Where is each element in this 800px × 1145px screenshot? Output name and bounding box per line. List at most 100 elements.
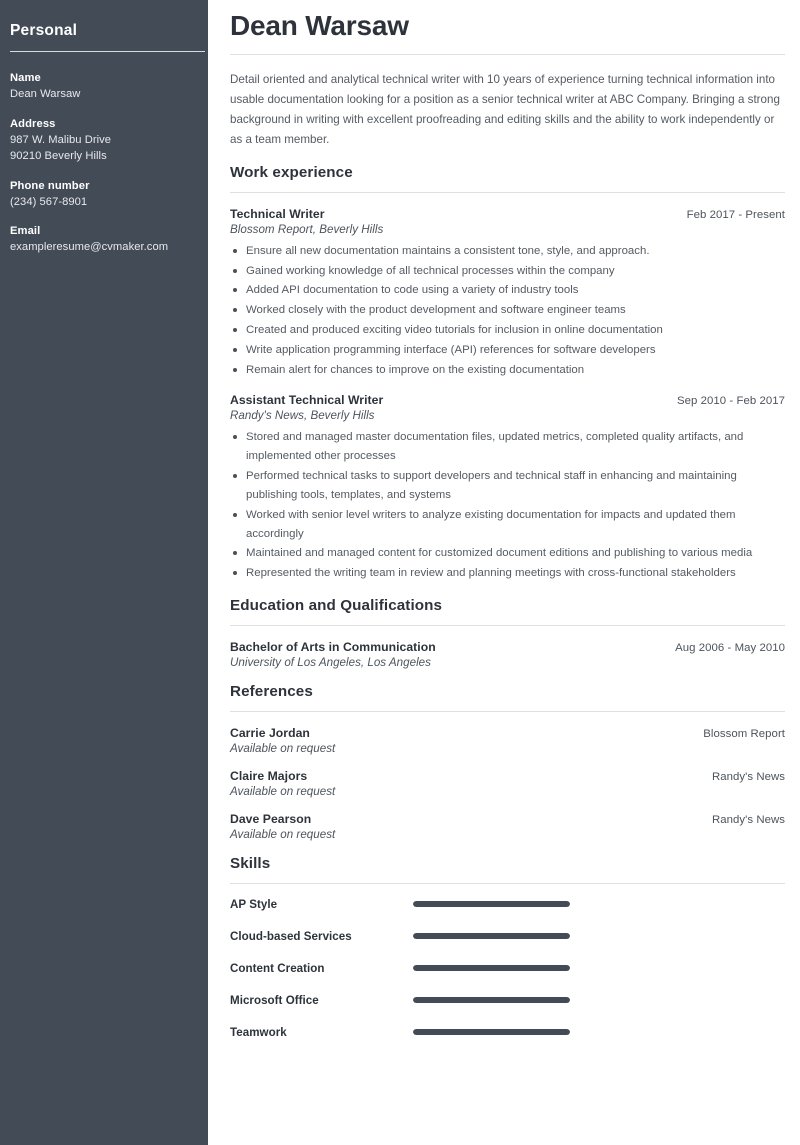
education-entry-list: Bachelor of Arts in Communication Aug 200… xyxy=(230,640,785,669)
bullet-item: Maintained and managed content for custo… xyxy=(230,544,785,563)
section-heading-skills: Skills xyxy=(230,854,271,872)
skill-level-fill xyxy=(413,901,570,908)
entry-subtitle: Randy's News, Beverly Hills xyxy=(230,409,375,423)
reference-entry-list: Carrie Jordan Blossom Report Available on … xyxy=(230,726,785,841)
bullet-item: Gained working knowledge of all technica… xyxy=(230,262,785,281)
section-divider-work xyxy=(230,191,785,193)
page-title: Dean Warsaw xyxy=(230,10,409,41)
sidebar-divider xyxy=(10,51,205,52)
name-divider xyxy=(230,54,785,56)
skill-name: Teamwork xyxy=(230,1025,287,1039)
bullet-item: Performed technical tasks to support dev… xyxy=(230,467,785,505)
skill-level-fill xyxy=(413,965,570,972)
bullet-item: Remain alert for chances to improve on t… xyxy=(230,361,785,380)
section-divider-references xyxy=(230,710,785,712)
entry-date: Aug 2006 - May 2010 xyxy=(675,641,785,654)
sidebar-field-value: Dean Warsaw xyxy=(10,88,81,100)
section-divider-education xyxy=(230,624,785,626)
bullet-item: Worked with senior level writers to anal… xyxy=(230,506,785,544)
sidebar-field-value: 987 W. Malibu Drive 90210 Beverly Hills xyxy=(10,133,112,163)
entry-subtitle: Available on request xyxy=(230,827,336,841)
skill-list: AP Style Cloud-based Services Content Crea… xyxy=(230,898,785,1039)
entry-date: Blossom Report xyxy=(703,727,785,740)
entry-title: Dave Pearson xyxy=(230,811,312,826)
sidebar-field-name: Name Dean Warsaw xyxy=(10,72,196,103)
entry-date: Randy's News xyxy=(711,813,785,826)
entry-title: Carrie Jordan xyxy=(230,725,310,740)
section-skills: Skills AP Style Cloud-based Services Conte… xyxy=(230,855,785,1039)
section-work-experience: Work experience Technical Writer Feb 2017… xyxy=(230,164,785,583)
section-heading-work: Work experience xyxy=(230,163,353,181)
resume-main-column: Dean Warsaw Detail oriented and analytic… xyxy=(208,0,800,1145)
entry-header: Dave Pearson Randy's News xyxy=(230,812,785,826)
section-divider-skills xyxy=(230,882,785,884)
skill-row: AP Style xyxy=(230,898,785,911)
entry-header: Bachelor of Arts in Communication Aug 200… xyxy=(230,640,785,654)
skill-level-fill xyxy=(413,933,570,940)
skill-row: Microsoft Office xyxy=(230,994,785,1007)
section-references: References Carrie Jordan Blossom Report Av… xyxy=(230,683,785,841)
entry-title: Claire Majors xyxy=(230,768,308,783)
professional-summary: Detail oriented and analytical technical… xyxy=(230,73,780,146)
skill-name: Content Creation xyxy=(230,961,325,975)
entry-date: Feb 2017 - Present xyxy=(686,208,785,221)
section-education: Education and Qualifications Bachelor of… xyxy=(230,597,785,669)
skill-name: Microsoft Office xyxy=(230,993,319,1007)
skill-level-bar xyxy=(413,965,570,972)
sidebar-field-email: Email exampleresume@cvmaker.com xyxy=(10,225,196,256)
section-heading-references: References xyxy=(230,682,313,700)
sidebar-field-value: (234) 567-8901 xyxy=(10,195,88,208)
entry-item: Technical Writer Feb 2017 - Present Blosso… xyxy=(230,207,785,380)
entry-header: Carrie Jordan Blossom Report xyxy=(230,726,785,740)
skill-name: AP Style xyxy=(230,897,278,911)
sidebar-field-value: exampleresume@cvmaker.com xyxy=(10,241,169,254)
entry-item: Assistant Technical Writer Sep 2010 - Feb… xyxy=(230,393,785,583)
bullet-item: Represented the writing team in review a… xyxy=(230,564,785,583)
entry-header: Claire Majors Randy's News xyxy=(230,769,785,783)
bullet-item: Stored and managed master documentation … xyxy=(230,428,785,466)
skill-level-fill xyxy=(413,1029,570,1036)
bullet-item: Worked closely with the product developm… xyxy=(230,301,785,320)
sidebar-field-address: Address 987 W. Malibu Drive 90210 Beverly … xyxy=(10,118,196,165)
sidebar-personal-panel: Personal Name Dean Warsaw Address 987 W. Ma… xyxy=(0,0,208,1145)
sidebar-field-label: Name xyxy=(10,72,41,84)
skill-row: Content Creation xyxy=(230,962,785,975)
sidebar-field-phone-number: Phone number (234) 567-8901 xyxy=(10,180,196,211)
sidebar-field-label: Address xyxy=(10,117,56,130)
skill-name: Cloud-based Services xyxy=(230,929,352,943)
skill-level-fill xyxy=(413,997,570,1004)
entry-header: Assistant Technical Writer Sep 2010 - Feb… xyxy=(230,393,785,407)
section-heading-education: Education and Qualifications xyxy=(230,596,443,614)
entry-item: Dave Pearson Randy's News Available on req… xyxy=(230,812,785,841)
bullet-item: Created and produced exciting video tuto… xyxy=(230,321,785,340)
sidebar-detail-list: Name Dean Warsaw Address 987 W. Malibu Driv… xyxy=(10,72,196,256)
entry-title: Bachelor of Arts in Communication xyxy=(230,639,436,654)
entry-bullet-list: Stored and managed master documentation … xyxy=(230,428,785,583)
skill-level-bar xyxy=(413,933,570,940)
entry-subtitle: Blossom Report, Beverly Hills xyxy=(230,222,384,236)
entry-title: Technical Writer xyxy=(230,206,325,221)
entry-date: Sep 2010 - Feb 2017 xyxy=(677,395,785,408)
entry-item: Claire Majors Randy's News Available on re… xyxy=(230,769,785,798)
skill-level-bar xyxy=(413,997,570,1004)
sidebar-field-label: Email xyxy=(10,225,41,238)
skill-level-bar xyxy=(413,1029,570,1036)
sidebar-title: Personal xyxy=(10,22,78,39)
entry-item: Bachelor of Arts in Communication Aug 200… xyxy=(230,640,785,669)
entry-header: Technical Writer Feb 2017 - Present xyxy=(230,207,785,221)
entry-title: Assistant Technical Writer xyxy=(230,393,384,408)
resume-document: Personal Name Dean Warsaw Address 987 W. Ma… xyxy=(0,0,800,1145)
entry-subtitle: Available on request xyxy=(230,784,336,798)
bullet-item: Added API documentation to code using a … xyxy=(230,281,785,300)
entry-bullet-list: Ensure all new documentation maintains a… xyxy=(230,242,785,380)
sidebar-field-label: Phone number xyxy=(10,179,90,192)
skill-row: Cloud-based Services xyxy=(230,930,785,943)
bullet-item: Ensure all new documentation maintains a… xyxy=(230,242,785,261)
entry-item: Carrie Jordan Blossom Report Available on … xyxy=(230,726,785,755)
work-entry-list: Technical Writer Feb 2017 - Present Blosso… xyxy=(230,207,785,583)
entry-subtitle: University of Los Angeles, Los Angeles xyxy=(230,655,431,669)
skill-level-bar xyxy=(413,901,570,908)
skill-row: Teamwork xyxy=(230,1026,785,1039)
entry-subtitle: Available on request xyxy=(230,741,336,755)
bullet-item: Write application programming interface … xyxy=(230,341,785,360)
